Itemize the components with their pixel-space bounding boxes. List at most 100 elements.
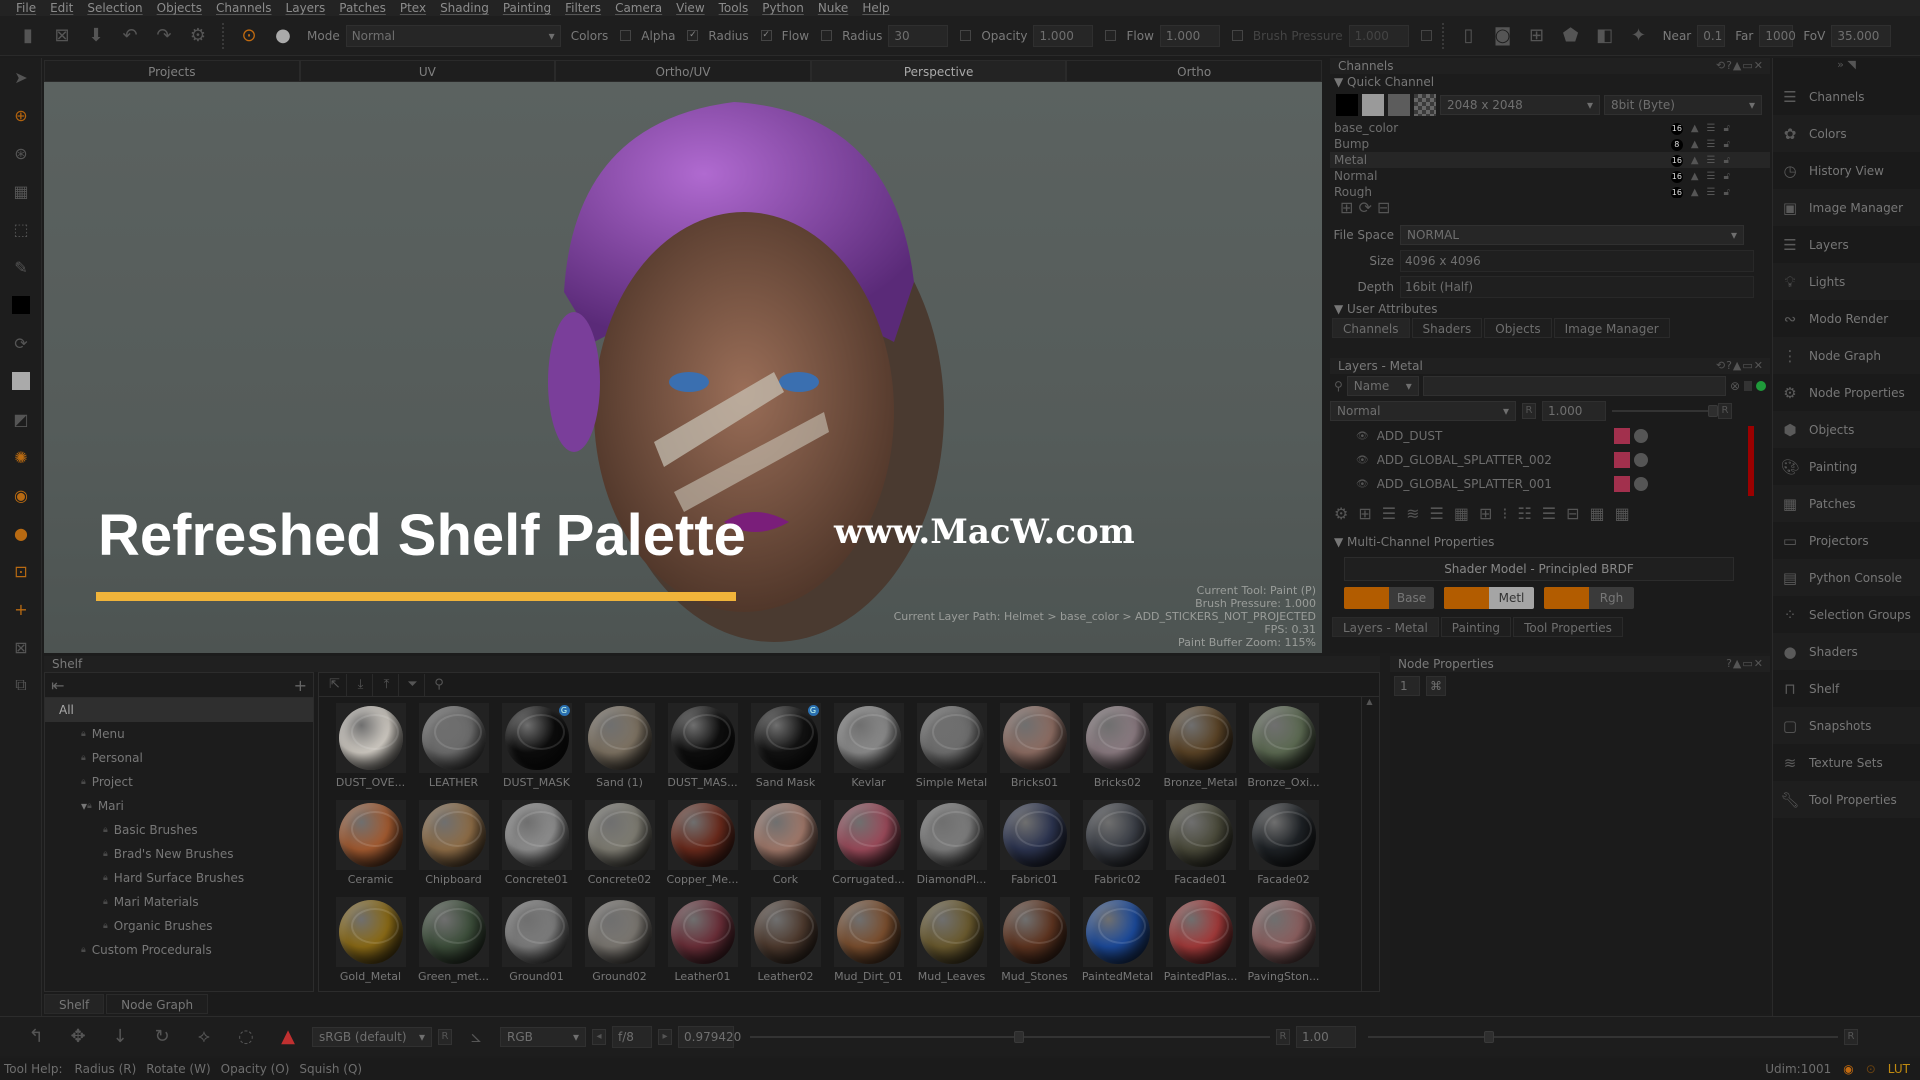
- lock-filter-icon[interactable]: [1744, 381, 1752, 391]
- eyedropper-icon[interactable]: ✎: [0, 248, 42, 286]
- material-item[interactable]: Bricks02: [1076, 703, 1159, 796]
- material-item[interactable]: LEATHER: [412, 703, 495, 796]
- layer-color-swatch[interactable]: [1614, 476, 1630, 492]
- shelf-tree-item[interactable]: 🔒︎ Basic Brushes: [45, 818, 313, 842]
- slider-knob[interactable]: [1014, 1030, 1024, 1043]
- select-tool-icon[interactable]: ➤: [0, 58, 42, 96]
- collapse-icon[interactable]: ⇤: [51, 676, 64, 695]
- material-item[interactable]: Concrete01: [495, 800, 578, 893]
- brush-preview-icon[interactable]: ●: [269, 22, 297, 50]
- material-item[interactable]: Mud_Dirt_01: [827, 897, 910, 990]
- layer-search-input[interactable]: [1422, 376, 1726, 396]
- dock-item-modo-render[interactable]: ∾ Modo Render: [1773, 300, 1920, 337]
- material-item[interactable]: Concrete02: [578, 800, 661, 893]
- material-item[interactable]: Fabric01: [993, 800, 1076, 893]
- opacity-input[interactable]: 1.000: [1033, 24, 1094, 47]
- shelf-tree-item[interactable]: 🔒︎ Personal: [45, 746, 313, 770]
- dock-item-node-graph[interactable]: ⋮ Node Graph: [1773, 337, 1920, 374]
- tab-projects[interactable]: Projects: [44, 60, 300, 82]
- visibility-eye-icon[interactable]: 👁︎: [1356, 431, 1369, 442]
- menu-channels[interactable]: Channels: [210, 1, 280, 15]
- dock-item-colors[interactable]: ✿ Colors: [1773, 115, 1920, 152]
- layer-action-icons[interactable]: ⚙⊞☰≋☰▦⊞⁝☷☰⊟▦▦: [1334, 504, 1640, 523]
- channel-menu-icon[interactable]: ☰: [1707, 155, 1716, 166]
- menu-selection[interactable]: Selection: [81, 1, 150, 15]
- menu-shading[interactable]: Shading: [434, 1, 497, 15]
- material-item[interactable]: G Sand Mask: [744, 703, 827, 796]
- brush-pressure-checkbox[interactable]: [1231, 30, 1243, 41]
- dock-item-projectors[interactable]: ▭ Projectors: [1773, 522, 1920, 559]
- channel-row[interactable]: Normal 16 ▲ ☰ 🔓︎: [1330, 168, 1770, 184]
- node-count-input[interactable]: 1: [1394, 676, 1420, 696]
- lock-icon[interactable]: 🔓︎: [1724, 139, 1730, 150]
- tab-shaders[interactable]: Shaders: [1411, 318, 1483, 338]
- frame-icon[interactable]: ⊞: [1523, 22, 1551, 50]
- flow-pressure-checkbox[interactable]: [1105, 30, 1117, 41]
- flow-checkbox[interactable]: ✓: [760, 30, 772, 41]
- lock-icon[interactable]: 🔓︎: [1724, 155, 1730, 166]
- menu-help[interactable]: Help: [856, 1, 897, 15]
- far-input[interactable]: 1000: [1759, 24, 1796, 47]
- material-item[interactable]: Bronze_Metal: [1159, 703, 1242, 796]
- frame-target-icon[interactable]: ⊡: [0, 552, 42, 590]
- material-item[interactable]: Ground02: [578, 897, 661, 990]
- tab-shelf[interactable]: Shelf: [44, 994, 105, 1014]
- filter-icon[interactable]: ⏷: [401, 673, 425, 696]
- pressure-toggle[interactable]: [1420, 30, 1432, 41]
- redo-icon[interactable]: ↷: [150, 22, 178, 50]
- refresh-icon[interactable]: ⟳: [1359, 198, 1378, 217]
- dock-item-snapshots[interactable]: ▢ Snapshots: [1773, 707, 1920, 744]
- swap-colors-icon[interactable]: ⟳: [0, 324, 42, 362]
- dock-header[interactable]: » ◥: [1773, 58, 1920, 78]
- lut-icon[interactable]: LUT: [1888, 1062, 1910, 1076]
- layer-row[interactable]: 👁︎ ADD_GLOBAL_SPLATTER_002: [1330, 448, 1770, 472]
- reset-colorspace-button[interactable]: R: [438, 1028, 452, 1045]
- add-channel-icon[interactable]: ⊞: [1340, 198, 1359, 217]
- material-item[interactable]: Mud_Leaves: [910, 897, 993, 990]
- upload-icon[interactable]: ⤒: [375, 673, 399, 696]
- channel-toggle-metl[interactable]: Metl: [1444, 587, 1534, 609]
- export-icon[interactable]: ⇱: [323, 673, 347, 696]
- user-attributes-header[interactable]: ▼ User Attributes: [1330, 300, 1770, 318]
- visibility-eye-icon[interactable]: 👁︎: [1356, 479, 1369, 490]
- layer-row[interactable]: 👁︎ ADD_GLOBAL_SPLATTER_001: [1330, 472, 1770, 496]
- channel-row[interactable]: base_color 16 ▲ ☰ 🔓︎: [1330, 120, 1770, 136]
- shelf-tree-item[interactable]: 🔒︎ Brad's New Brushes: [45, 842, 313, 866]
- material-item[interactable]: Simple Metal: [910, 703, 993, 796]
- tab-painting[interactable]: Painting: [1440, 617, 1512, 637]
- slider-knob[interactable]: [1708, 405, 1718, 417]
- fov-input[interactable]: 35.000: [1831, 24, 1892, 47]
- default-colors-icon[interactable]: ◩: [0, 400, 42, 438]
- layer-mask-icon[interactable]: [1634, 477, 1648, 491]
- material-item[interactable]: Ground01: [495, 897, 578, 990]
- search-icon[interactable]: ⚲: [427, 674, 451, 696]
- menu-edit[interactable]: Edit: [44, 1, 81, 15]
- material-item[interactable]: DiamondPl...: [910, 800, 993, 893]
- transform-icon[interactable]: ⟡: [186, 1022, 222, 1052]
- close-panel-icon[interactable]: ⊠: [0, 628, 42, 666]
- menu-nuke[interactable]: Nuke: [812, 1, 857, 15]
- shelf-tree-item[interactable]: 🔒︎ Custom Procedurals: [45, 938, 313, 962]
- exposure-input[interactable]: 0.979420: [678, 1025, 741, 1048]
- colorspace-dropdown[interactable]: sRGB (default) ▾: [312, 1026, 432, 1047]
- material-item[interactable]: DUST_OVE...: [329, 703, 412, 796]
- target-icon[interactable]: ⊙: [1866, 1062, 1876, 1076]
- channel-menu-icon[interactable]: ☰: [1707, 123, 1716, 134]
- layer-opacity-slider[interactable]: [1612, 405, 1718, 417]
- lasso-icon[interactable]: ◌: [228, 1022, 264, 1052]
- fstop-input[interactable]: f/8: [612, 1025, 652, 1048]
- tab-uv[interactable]: UV: [299, 60, 556, 82]
- shelf-tree-item[interactable]: 🔒︎ Menu: [45, 722, 313, 746]
- material-item[interactable]: Chipboard: [412, 800, 495, 893]
- material-item[interactable]: Facade02: [1242, 800, 1325, 893]
- dock-item-tool-properties[interactable]: 🔧︎ Tool Properties: [1773, 781, 1920, 818]
- material-item[interactable]: Bronze_Oxi...: [1242, 703, 1325, 796]
- layer-row[interactable]: 👁︎ ADD_DUST: [1330, 424, 1770, 448]
- shelf-tree-item[interactable]: 🔒︎ Organic Brushes: [45, 914, 313, 938]
- white-swatch[interactable]: [1362, 94, 1384, 116]
- material-item[interactable]: Fabric02: [1076, 800, 1159, 893]
- exposure-slider[interactable]: [750, 1030, 1270, 1043]
- shelf-tree-item[interactable]: 🔒︎ Mari Materials: [45, 890, 313, 914]
- tab-ortho-uv[interactable]: Ortho/UV: [555, 60, 811, 82]
- menu-painting[interactable]: Painting: [497, 1, 559, 15]
